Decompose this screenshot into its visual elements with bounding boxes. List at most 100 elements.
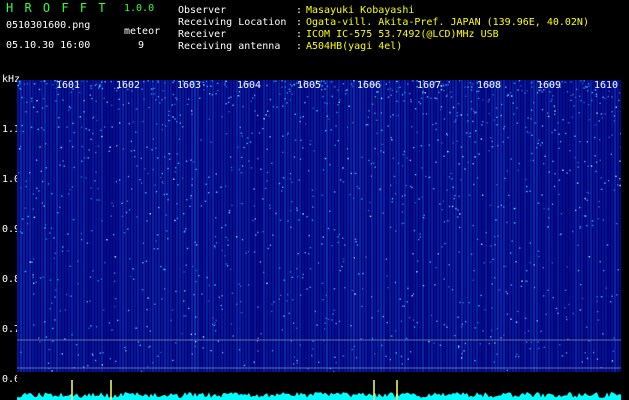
x-tick-label: 1606 (357, 80, 382, 91)
noise-speckle (516, 353, 518, 356)
noise-speckle (189, 205, 191, 208)
noise-speckle (452, 186, 454, 189)
noise-speckle (164, 268, 166, 271)
noise-speckle (333, 309, 336, 311)
noise-speckle (29, 171, 31, 174)
noise-streak (590, 80, 592, 372)
noise-speckle (451, 178, 453, 180)
noise-streak (353, 80, 355, 372)
noise-speckle (470, 100, 473, 103)
noise-speckle (457, 216, 459, 218)
noise-speckle (324, 88, 326, 90)
noise-streak (617, 80, 619, 372)
noise-speckle (190, 194, 192, 197)
noise-speckle (185, 160, 188, 162)
noise-speckle (224, 82, 226, 84)
noise-speckle (302, 115, 305, 118)
noise-speckle (389, 358, 392, 361)
noise-speckle (32, 208, 35, 210)
noise-speckle (450, 172, 452, 175)
noise-speckle (613, 337, 615, 339)
noise-speckle (263, 118, 265, 120)
noise-speckle (215, 217, 217, 219)
noise-speckle (108, 150, 111, 152)
noise-streak (455, 80, 457, 372)
noise-speckle (329, 163, 331, 166)
noise-speckle (496, 124, 498, 126)
noise-speckle (268, 115, 270, 117)
noise-speckle (286, 92, 288, 94)
noise-speckle (597, 319, 600, 321)
noise-speckle (92, 270, 94, 272)
noise-speckle (601, 117, 603, 119)
noise-speckle (595, 170, 597, 173)
noise-speckle (288, 88, 291, 90)
noise-speckle (382, 151, 385, 153)
noise-speckle (511, 240, 513, 242)
noise-speckle (171, 309, 174, 311)
noise-speckle (524, 92, 526, 94)
noise-speckle (409, 351, 412, 353)
noise-speckle (349, 193, 351, 196)
noise-speckle (410, 101, 412, 103)
noise-speckle (548, 217, 550, 219)
noise-speckle (299, 158, 302, 160)
noise-speckle (380, 112, 383, 114)
noise-speckle (327, 318, 330, 321)
noise-speckle (587, 192, 590, 194)
noise-speckle (121, 215, 124, 218)
noise-speckle (493, 119, 495, 121)
noise-speckle (435, 122, 437, 125)
noise-speckle (162, 182, 164, 184)
noise-speckle (327, 118, 330, 120)
noise-speckle (104, 81, 106, 83)
noise-speckle (51, 302, 53, 304)
noise-speckle (86, 301, 88, 303)
noise-streak (257, 80, 259, 372)
noise-speckle (125, 211, 128, 214)
noise-speckle (430, 314, 433, 317)
noise-speckle (31, 97, 33, 100)
noise-streak (281, 80, 283, 372)
noise-speckle (227, 244, 229, 246)
noise-speckle (176, 203, 178, 205)
noise-speckle (371, 317, 373, 319)
noise-speckle (248, 160, 250, 162)
noise-speckle (194, 333, 196, 335)
noise-speckle (167, 198, 169, 201)
noise-speckle (389, 226, 392, 229)
noise-speckle (392, 114, 394, 116)
noise-speckle (176, 153, 178, 155)
noise-speckle (264, 187, 267, 190)
noise-speckle (67, 109, 70, 111)
noise-speckle (140, 157, 143, 160)
noise-speckle (19, 83, 21, 85)
noise-speckle (439, 203, 441, 205)
noise-speckle (443, 118, 446, 120)
noise-speckle (347, 157, 349, 160)
noise-speckle (399, 86, 401, 88)
noise-speckle (511, 95, 513, 97)
noise-speckle (54, 252, 57, 254)
noise-speckle (232, 104, 234, 106)
noise-speckle (46, 83, 48, 85)
noise-speckle (175, 97, 177, 99)
noise-speckle (129, 275, 132, 278)
noise-speckle (333, 228, 336, 231)
noise-speckle (100, 81, 103, 83)
noise-speckle (542, 267, 545, 269)
noise-speckle (118, 122, 121, 124)
noise-speckle (506, 95, 508, 97)
noise-streak (413, 80, 415, 372)
noise-speckle (321, 243, 323, 245)
noise-streak (47, 80, 49, 372)
noise-streak (152, 80, 154, 372)
noise-streak (347, 80, 349, 372)
noise-speckle (406, 301, 408, 303)
noise-streak (314, 80, 316, 372)
noise-speckle (500, 337, 502, 339)
noise-streak (560, 80, 562, 372)
noise-speckle (139, 344, 141, 347)
noise-speckle (299, 120, 301, 123)
noise-speckle (147, 172, 149, 175)
